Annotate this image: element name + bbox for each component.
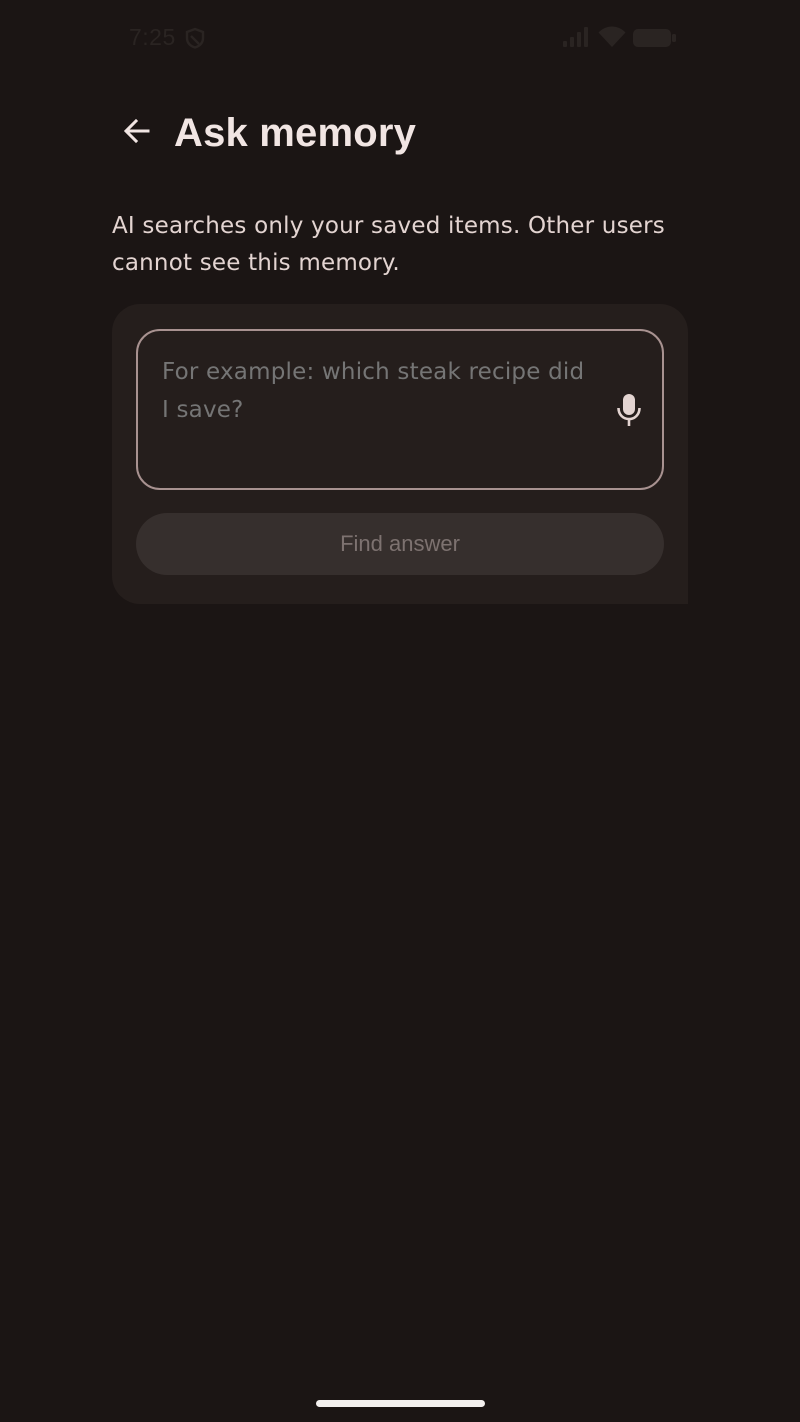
cellular-signal-icon xyxy=(562,27,590,47)
home-indicator[interactable] xyxy=(316,1400,485,1407)
query-card: Find answer xyxy=(112,304,688,604)
query-input[interactable] xyxy=(162,353,592,429)
app-header: Ask memory xyxy=(112,104,416,162)
privacy-description: AI searches only your saved items. Other… xyxy=(112,213,665,276)
status-bar: 7:25 xyxy=(0,0,800,76)
page-title: Ask memory xyxy=(174,110,417,155)
battery-icon xyxy=(633,28,677,48)
arrow-left-icon xyxy=(122,116,152,150)
shield-icon xyxy=(184,27,206,49)
microphone-icon xyxy=(616,393,642,431)
find-answer-button[interactable]: Find answer xyxy=(136,513,664,575)
voice-input-button[interactable] xyxy=(612,393,646,431)
query-field[interactable] xyxy=(136,329,664,490)
back-button[interactable] xyxy=(112,108,162,158)
ask-memory-screen: 7:25 Ask memory AI searches only your sa… xyxy=(0,0,800,1422)
status-time: 7:25 xyxy=(129,24,176,50)
wifi-icon xyxy=(598,26,626,48)
